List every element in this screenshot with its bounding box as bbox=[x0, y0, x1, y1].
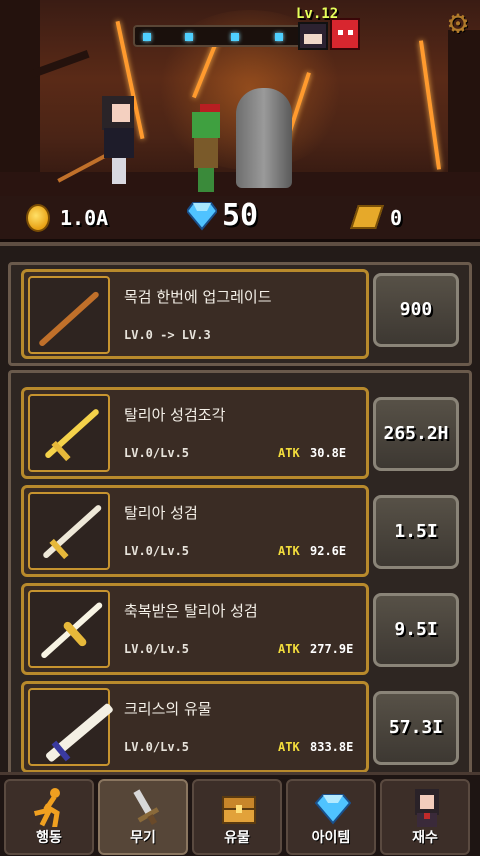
bulk-upgrade-card: 목검 한번에 업그레이드 LV.0 -> LV.3 bbox=[21, 269, 369, 359]
wave-dot bbox=[275, 33, 283, 41]
atk-value: 92.6E bbox=[310, 544, 347, 558]
atk-label: ATK bbox=[278, 544, 300, 558]
tab-relic[interactable]: 유물 bbox=[192, 779, 282, 855]
wave-dot bbox=[143, 33, 151, 41]
weapon-name: 축복받은 탈리아 성검 bbox=[124, 602, 258, 620]
tab-weapon[interactable]: 무기 bbox=[98, 779, 188, 855]
gold-amount: 1.0A bbox=[60, 206, 109, 230]
wave-dot bbox=[185, 33, 193, 41]
tab-item[interactable]: 아이템 bbox=[286, 779, 376, 855]
treasure-chest-icon bbox=[221, 787, 257, 827]
weapon-level: LV.0/Lv.5 bbox=[124, 544, 190, 558]
hero-character bbox=[57, 96, 150, 186]
battle-scene: Lv.12 ⚙ bbox=[0, 0, 480, 196]
blessed-holy-sword-icon bbox=[28, 590, 110, 668]
atk-label: ATK bbox=[278, 642, 300, 656]
holy-sword-icon bbox=[28, 492, 110, 570]
diamond-icon bbox=[314, 787, 352, 827]
lava-crack bbox=[418, 40, 442, 170]
weapon-level: LV.0/Lv.5 bbox=[124, 446, 190, 460]
wave-progress-bar bbox=[133, 25, 303, 47]
wave-dot bbox=[231, 33, 239, 41]
weapon-level: LV.0/Lv.5 bbox=[124, 642, 190, 656]
weapon-buy-button[interactable]: 1.5I bbox=[373, 495, 459, 569]
gold-coin-icon bbox=[26, 204, 50, 232]
weapon-card: 탈리아 성검 LV.0/Lv.5 ATK 92.6E bbox=[21, 485, 369, 577]
weapon-name: 탈리아 성검조각 bbox=[124, 406, 226, 424]
atk-value: 833.8E bbox=[310, 740, 354, 754]
weapon-items-panel: 탈리아 성검조각 LV.0/Lv.5 ATK 30.8E 265.2H 탈리아 … bbox=[8, 370, 472, 786]
weapon-buy-button[interactable]: 9.5I bbox=[373, 593, 459, 667]
upgrade-name: 목검 한번에 업그레이드 bbox=[124, 288, 272, 306]
weapon-card: 축복받은 탈리아 성검 LV.0/Lv.5 ATK 277.9E bbox=[21, 583, 369, 675]
bulk-upgrade-buy-button[interactable]: 900 bbox=[373, 273, 459, 347]
wooden-sword-icon bbox=[28, 276, 110, 354]
hero-portrait-icon bbox=[298, 22, 328, 50]
character-portrait-icon bbox=[409, 787, 445, 827]
running-man-icon bbox=[33, 787, 69, 828]
dead-tree bbox=[0, 0, 40, 196]
weapon-buy-button[interactable]: 265.2H bbox=[373, 397, 459, 471]
goblin-enemy bbox=[190, 104, 222, 194]
chris-relic-sword-icon bbox=[28, 688, 115, 766]
stone-ghost-enemy bbox=[236, 88, 292, 188]
weapon-card: 크리스의 유물 LV.0/Lv.5 ATK 833.8E bbox=[21, 681, 369, 773]
weapon-buy-button[interactable]: 57.3I bbox=[373, 691, 459, 765]
atk-label: ATK bbox=[278, 740, 300, 754]
sword-icon bbox=[127, 787, 163, 827]
tab-character[interactable]: 재수 bbox=[380, 779, 470, 855]
holy-sword-fragment-icon bbox=[28, 394, 110, 472]
gem-amount: 50 bbox=[222, 198, 259, 233]
currency-bar: 1.0A 50 0 bbox=[0, 196, 480, 242]
diamond-icon bbox=[185, 201, 219, 231]
weapon-card: 탈리아 성검조각 LV.0/Lv.5 ATK 30.8E bbox=[21, 387, 369, 479]
bulk-upgrade-panel: 목검 한번에 업그레이드 LV.0 -> LV.3 900 bbox=[8, 262, 472, 366]
weapon-list-area: 목검 한번에 업그레이드 LV.0 -> LV.3 900 탈리아 성검조각 L… bbox=[0, 242, 480, 786]
atk-value: 30.8E bbox=[310, 446, 347, 460]
atk-label: ATK bbox=[278, 446, 300, 460]
bottom-nav: 행동 무기 유물 아이템 재수 bbox=[0, 772, 480, 856]
weapon-name: 탈리아 성검 bbox=[124, 504, 198, 522]
ticket-amount: 0 bbox=[390, 206, 403, 230]
upgrade-level: LV.0 -> LV.3 bbox=[124, 328, 211, 342]
tab-action[interactable]: 행동 bbox=[4, 779, 94, 855]
weapon-name: 크리스의 유물 bbox=[124, 700, 212, 718]
weapon-level: LV.0/Lv.5 bbox=[124, 740, 190, 754]
atk-value: 277.9E bbox=[310, 642, 354, 656]
ticket-icon bbox=[350, 205, 384, 229]
demon-boss-icon bbox=[330, 18, 360, 50]
gear-icon[interactable]: ⚙ bbox=[440, 4, 476, 40]
